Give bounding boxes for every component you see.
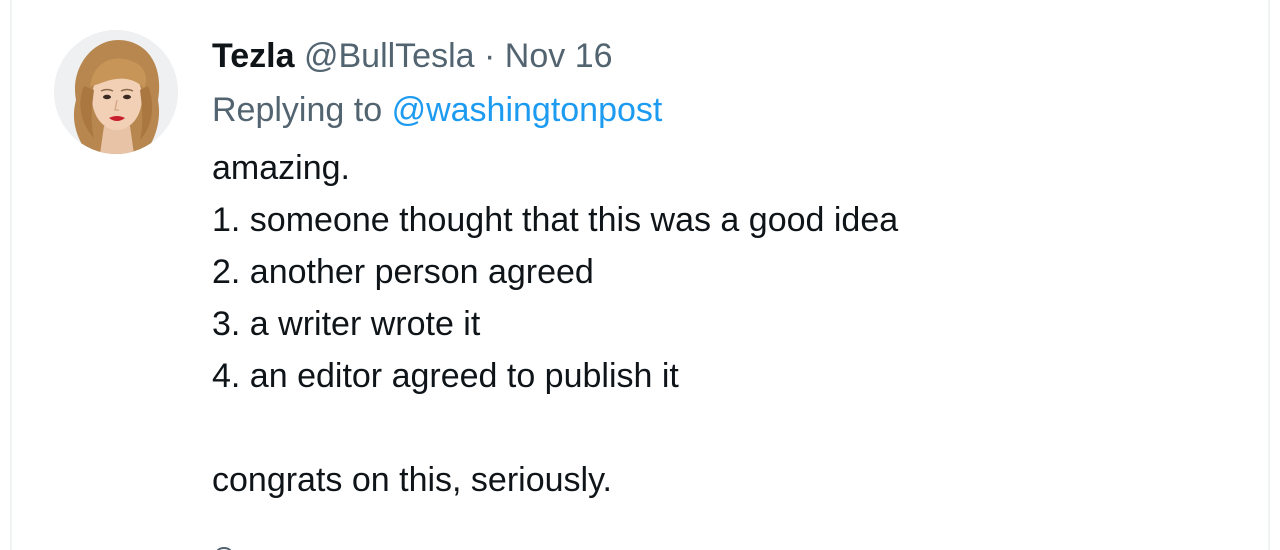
- tweet-text-line: 1. someone thought that this was a good …: [212, 201, 899, 239]
- tweet-text-line: congrats on this, seriously.: [212, 461, 612, 499]
- tweet-text-blank-line: [212, 402, 1212, 454]
- tweet-text-line: amazing.: [212, 149, 350, 187]
- meta-separator: ·: [484, 37, 496, 75]
- tweet[interactable]: Tezla @BullTesla · Nov 16 Replying to @w…: [54, 28, 1254, 550]
- tweet-text-line: 2. another person agreed: [212, 253, 594, 291]
- reply-handle-link[interactable]: @washingtonpost: [392, 91, 663, 129]
- tweet-date[interactable]: Nov 16: [505, 37, 613, 75]
- reply-icon[interactable]: [212, 542, 236, 550]
- tweet-content: Tezla @BullTesla · Nov 16 Replying to @w…: [212, 28, 1212, 506]
- author-name[interactable]: Tezla: [212, 37, 295, 75]
- author-handle[interactable]: @BullTesla: [304, 37, 475, 75]
- tweet-text-line: 4. an editor agreed to publish it: [212, 357, 679, 395]
- tweet-text: amazing. 1. someone thought that this wa…: [212, 142, 1212, 506]
- timeline-left-border: [10, 0, 12, 550]
- replying-to-label: Replying to: [212, 91, 383, 129]
- timeline-right-border: [1268, 0, 1270, 550]
- profile-photo-icon: [54, 30, 178, 154]
- tweet-text-line: 3. a writer wrote it: [212, 305, 481, 343]
- replying-to: Replying to @washingtonpost: [212, 84, 1212, 136]
- tweet-header: Tezla @BullTesla · Nov 16: [212, 28, 1212, 84]
- avatar[interactable]: [54, 30, 178, 154]
